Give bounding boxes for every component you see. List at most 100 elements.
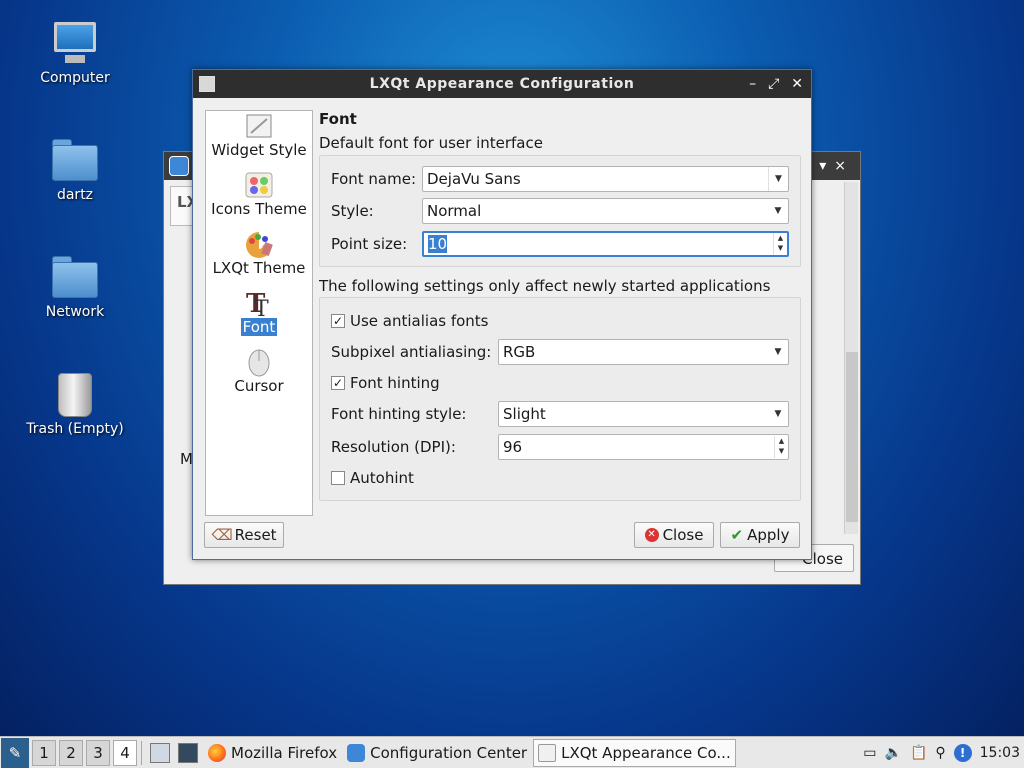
- computer-icon: [51, 20, 99, 66]
- sidebar-item-cursor[interactable]: Cursor: [206, 347, 312, 406]
- sidebar-item-label: Cursor: [234, 377, 284, 395]
- task-label: LXQt Appearance Co...: [561, 743, 731, 762]
- start-menu-button[interactable]: ✎: [1, 737, 29, 768]
- dpi-value: 96: [503, 438, 523, 456]
- system-tray: ▭ 🔈 📋 ⚲ ! 15:03: [863, 743, 1020, 762]
- autohint-label: Autohint: [350, 469, 414, 487]
- config-center-icon: [169, 156, 189, 176]
- maximize-icon[interactable]: ⤢: [768, 76, 779, 92]
- show-desktop-icon[interactable]: [178, 742, 198, 763]
- taskbar: ✎ 1 2 3 4 Mozilla Firefox Configuration …: [0, 736, 1024, 768]
- spin-arrows-icon[interactable]: ▲ ▼: [774, 436, 788, 458]
- chevron-down-icon[interactable]: ▼: [768, 199, 788, 223]
- default-font-heading: Default font for user interface: [319, 134, 543, 152]
- font-icon: TT: [246, 289, 269, 318]
- dialog-titlebar[interactable]: LXQt Appearance Configuration – ⤢ ✕: [193, 70, 811, 98]
- workspace-2[interactable]: 2: [59, 739, 83, 766]
- bg-window-scrollbar[interactable]: [844, 182, 858, 534]
- cursor-icon: [248, 349, 270, 377]
- sidebar-item-label: Font: [240, 318, 278, 336]
- trash-icon: [51, 371, 99, 417]
- task-appearance-config[interactable]: LXQt Appearance Co...: [533, 738, 736, 767]
- point-size-label: Point size:: [331, 235, 408, 253]
- clipboard-icon[interactable]: 📋: [910, 745, 927, 761]
- task-configuration-center[interactable]: Configuration Center: [343, 739, 531, 767]
- close-button[interactable]: ✕ Close: [634, 522, 714, 548]
- home-folder-icon: [51, 137, 99, 183]
- clock[interactable]: 15:03: [980, 745, 1020, 761]
- task-label: Mozilla Firefox: [231, 743, 338, 762]
- checkmark-icon: ✔: [730, 526, 744, 544]
- desktop-icon-home[interactable]: dartz: [20, 137, 130, 203]
- point-size-spinbox[interactable]: 10 ▲ ▼: [422, 231, 789, 257]
- font-name-combo[interactable]: DejaVu Sans ▼: [422, 166, 789, 192]
- minimize-icon[interactable]: –: [749, 76, 756, 92]
- sidebar-item-label: Icons Theme: [211, 200, 307, 218]
- new-apps-group: ✓ Use antialias fonts Subpixel antialias…: [319, 297, 801, 501]
- desktop-icon-label: Trash (Empty): [26, 421, 124, 437]
- subpixel-label: Subpixel antialiasing:: [331, 343, 492, 361]
- font-name-value: DejaVu Sans: [427, 170, 521, 188]
- new-apps-heading: The following settings only affect newly…: [319, 277, 771, 295]
- desktop-icon-label: Computer: [40, 70, 110, 86]
- sidebar-item-font[interactable]: TT Font: [206, 288, 312, 347]
- volume-icon[interactable]: 🔈: [885, 745, 902, 761]
- sidebar-item-icons-theme[interactable]: Icons Theme: [206, 170, 312, 229]
- style-combo[interactable]: Normal ▼: [422, 198, 789, 224]
- dpi-spinbox[interactable]: 96 ▲ ▼: [498, 434, 789, 460]
- reset-label: Reset: [234, 526, 277, 544]
- dpi-label: Resolution (DPI):: [331, 438, 456, 456]
- apply-button[interactable]: ✔ Apply: [720, 522, 800, 548]
- update-notifier-icon[interactable]: !: [953, 743, 972, 762]
- broom-icon: ⌫: [211, 526, 233, 544]
- sidebar-item-widget-style[interactable]: Widget Style: [206, 111, 312, 170]
- notes-icon[interactable]: ▭: [863, 745, 876, 761]
- desktop-icon-label: Network: [45, 304, 105, 320]
- divider: [141, 740, 142, 765]
- close-icon[interactable]: ✕: [791, 76, 803, 92]
- close-circle-icon: ✕: [644, 528, 659, 542]
- network-icon[interactable]: ⚲: [935, 745, 945, 761]
- desktop-icon-label: dartz: [56, 187, 94, 203]
- desktop-icon-trash[interactable]: Trash (Empty): [20, 371, 130, 437]
- antialias-row[interactable]: ✓ Use antialias fonts: [331, 312, 489, 330]
- sidebar-item-label: LXQt Theme: [212, 259, 306, 277]
- task-firefox[interactable]: Mozilla Firefox: [204, 739, 341, 767]
- antialias-checkbox[interactable]: ✓: [331, 314, 345, 328]
- style-label: Style:: [331, 202, 374, 220]
- hinting-style-label: Font hinting style:: [331, 405, 467, 423]
- bg-window-controls[interactable]: ▾×: [819, 158, 854, 174]
- workspace-4[interactable]: 4: [113, 739, 137, 766]
- widget-style-icon: [246, 114, 272, 138]
- chevron-down-icon[interactable]: ▼: [768, 167, 788, 191]
- hinting-label: Font hinting: [350, 374, 440, 392]
- hinting-style-combo[interactable]: Slight ▼: [498, 401, 789, 427]
- sidebar-item-label: Widget Style: [211, 141, 307, 159]
- autohint-checkbox[interactable]: [331, 471, 345, 485]
- appearance-config-dialog: LXQt Appearance Configuration – ⤢ ✕ Widg…: [192, 69, 812, 560]
- hinting-row[interactable]: ✓ Font hinting: [331, 374, 440, 392]
- chevron-down-icon[interactable]: ▼: [768, 402, 788, 426]
- section-title: Font: [319, 110, 357, 128]
- appearance-icon: [538, 743, 557, 762]
- network-folder-icon: [51, 254, 99, 300]
- antialias-label: Use antialias fonts: [350, 312, 489, 330]
- spin-arrows-icon[interactable]: ▲ ▼: [773, 233, 787, 255]
- reset-button[interactable]: ⌫ Reset: [204, 522, 284, 548]
- close-label: Close: [662, 526, 704, 544]
- desktop-icon-computer[interactable]: Computer: [20, 20, 130, 86]
- subpixel-combo[interactable]: RGB ▼: [498, 339, 789, 365]
- config-center-icon: [347, 743, 366, 762]
- workspace-3[interactable]: 3: [86, 739, 110, 766]
- autohint-row[interactable]: Autohint: [331, 469, 414, 487]
- file-manager-icon[interactable]: [150, 742, 170, 763]
- workspace-1[interactable]: 1: [32, 739, 56, 766]
- sidebar-item-lxqt-theme[interactable]: LXQt Theme: [206, 229, 312, 288]
- firefox-icon: [208, 743, 226, 762]
- hinting-checkbox[interactable]: ✓: [331, 376, 345, 390]
- desktop-icon-network[interactable]: Network: [20, 254, 130, 320]
- chevron-down-icon[interactable]: ▼: [768, 340, 788, 364]
- apply-label: Apply: [747, 526, 790, 544]
- default-font-group: Font name: DejaVu Sans ▼ Style: Normal ▼…: [319, 155, 801, 267]
- point-size-value: 10: [428, 235, 448, 253]
